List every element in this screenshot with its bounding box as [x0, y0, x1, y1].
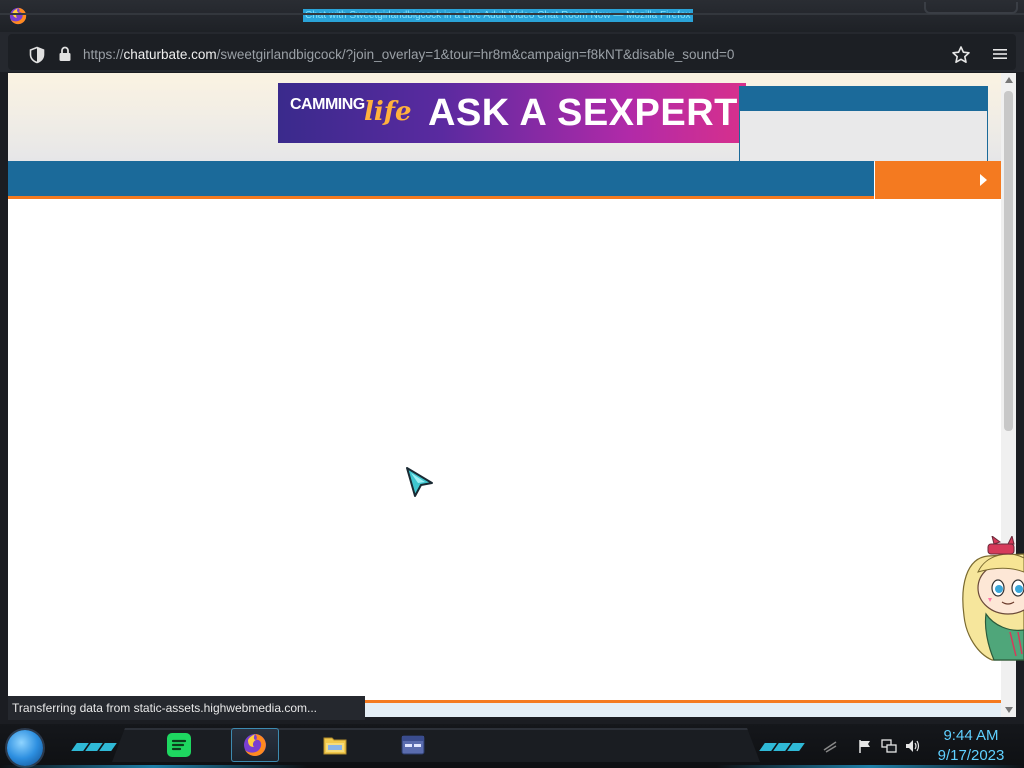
- menu-icon[interactable]: [992, 46, 1008, 62]
- bookmark-star-icon[interactable]: [951, 45, 971, 65]
- action-center-flag-icon[interactable]: [857, 738, 873, 754]
- taskbar-decoration-right: [759, 738, 805, 751]
- start-orb-icon[interactable]: [7, 730, 43, 766]
- desktop-mascot-image: [962, 536, 1024, 661]
- navigation-toolbar: https://chaturbate.com/sweetgirlandbigco…: [0, 32, 1024, 72]
- ad-brand-camming: CAMMING: [290, 96, 365, 113]
- firefox-icon: [244, 734, 266, 756]
- status-panel: Transferring data from static-assets.hig…: [8, 696, 366, 720]
- titlebar-divider: [0, 13, 1024, 15]
- network-icon[interactable]: [881, 738, 897, 754]
- window-title: Chat with Sweetgirlandbigcock in a Live …: [303, 9, 693, 22]
- taskbar-app-window[interactable]: [389, 728, 437, 762]
- site-nav-strip: [8, 161, 874, 196]
- tray-overflow-icon[interactable]: [822, 738, 838, 754]
- clock-date[interactable]: 9/17/2023: [932, 747, 1010, 764]
- window-titlebar: Chat with Sweetgirlandbigcock in a Live …: [0, 0, 1024, 32]
- ad-banner[interactable]: CAMMING life ASK A SEXPERT: [278, 83, 746, 143]
- folder-icon: [323, 737, 347, 755]
- scroll-up-arrow-icon[interactable]: [1005, 77, 1013, 83]
- window-icon: [401, 735, 425, 755]
- scroll-down-arrow-icon[interactable]: [1005, 707, 1013, 713]
- address-bar[interactable]: https://chaturbate.com/sweetgirlandbigco…: [8, 34, 1016, 70]
- spotify-icon: [167, 733, 191, 757]
- mouse-cursor-icon: [406, 467, 433, 497]
- url-domain: chaturbate.com: [123, 47, 217, 62]
- volume-icon[interactable]: [904, 738, 920, 754]
- shield-icon[interactable]: [28, 46, 46, 64]
- ad-brand-life: life: [364, 97, 412, 127]
- header-side-box-bar: [740, 87, 987, 111]
- url-path: /sweetgirlandbigcock/?join_overlay=1&tou…: [216, 47, 735, 62]
- url-prefix: https://: [83, 47, 124, 62]
- taskbar-decoration-left: [71, 738, 117, 751]
- ad-headline: ASK A SEXPERT: [428, 92, 738, 134]
- header-side-box: [739, 86, 988, 162]
- lock-icon[interactable]: [56, 45, 74, 63]
- nav-strip-underline: [8, 196, 874, 199]
- titlebar-decoration: [924, 2, 1018, 14]
- chevron-right-icon: [980, 174, 987, 186]
- taskbar-app-file-explorer[interactable]: [311, 728, 359, 762]
- taskbar-app-spotify[interactable]: [155, 728, 203, 762]
- url-text[interactable]: https://chaturbate.com/sweetgirlandbigco…: [83, 47, 734, 62]
- scrollbar-thumb[interactable]: [1004, 91, 1013, 431]
- taskbar-app-firefox[interactable]: [231, 728, 279, 762]
- page-viewport[interactable]: CAMMING life ASK A SEXPERT: [8, 73, 1001, 717]
- expand-button[interactable]: [875, 161, 1001, 199]
- clock-time[interactable]: 9:44 AM: [941, 727, 1001, 744]
- taskbar: 9:44 AM 9/17/2023: [0, 724, 1024, 768]
- firefox-icon[interactable]: [9, 7, 27, 25]
